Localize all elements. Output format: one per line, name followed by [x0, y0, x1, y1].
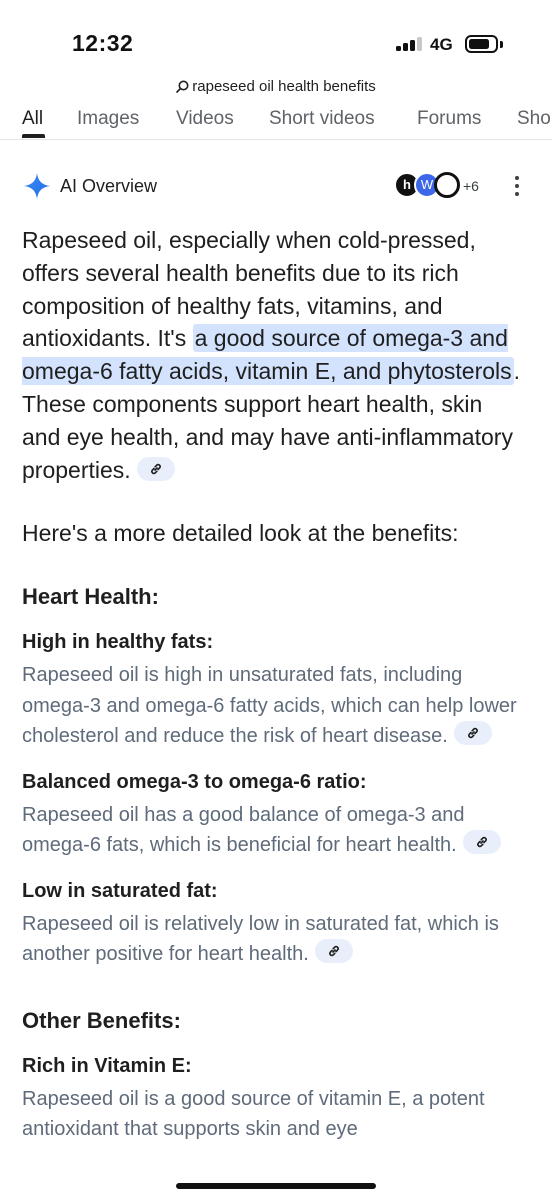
citation-link-button[interactable] — [314, 939, 353, 964]
item-title: Low in saturated fat: — [22, 879, 218, 902]
section-heading-other-benefits: Other Benefits: — [22, 1007, 181, 1033]
active-tab-indicator — [22, 134, 45, 138]
link-icon — [476, 837, 487, 848]
more-sources-count: +6 — [463, 178, 479, 194]
item-description: Rapeseed oil is relatively low in satura… — [22, 909, 522, 970]
source-favicons[interactable]: h W +6 — [394, 172, 484, 200]
item-description-text: Rapeseed oil is high in unsaturated fats… — [22, 664, 517, 748]
tab-all[interactable]: All — [22, 108, 43, 130]
ai-overview-content: Rapeseed oil, especially when cold-press… — [22, 224, 522, 1145]
sparkle-icon — [24, 173, 50, 199]
item-title: High in healthy fats: — [22, 631, 214, 654]
source-favicon-ring — [434, 172, 460, 198]
battery-cap — [500, 41, 503, 48]
item-title: Balanced omega-3 to omega-6 ratio: — [22, 770, 367, 793]
tab-images[interactable]: Images — [77, 108, 139, 130]
link-icon — [328, 946, 339, 957]
network-type: 4G — [430, 35, 453, 54]
link-icon — [467, 728, 478, 739]
item-description: Rapeseed oil is a good source of vitamin… — [22, 1087, 485, 1141]
item-description: Rapeseed oil is high in unsaturated fats… — [22, 660, 522, 752]
link-icon — [150, 463, 161, 474]
citation-link-button[interactable] — [453, 721, 492, 746]
item-description-text: Rapeseed oil is relatively low in satura… — [22, 912, 499, 966]
address-bar[interactable]: rapeseed oil health benefits — [0, 78, 552, 100]
bottom-fade — [0, 1160, 552, 1200]
citation-link-button[interactable] — [136, 456, 175, 481]
overview-summary: Rapeseed oil, especially when cold-press… — [22, 224, 522, 486]
details-lead-in: Here's a more detailed look at the benef… — [22, 520, 459, 547]
tab-forums[interactable]: Forums — [417, 108, 481, 130]
tab-short-videos[interactable]: Short videos — [269, 108, 375, 130]
status-bar: 12:32 4G — [0, 0, 552, 80]
section-heading-heart-health: Heart Health: — [22, 584, 159, 610]
search-icon — [176, 80, 189, 93]
more-options-icon[interactable] — [513, 176, 521, 198]
item-description-text: Rapeseed oil has a good balance of omega… — [22, 803, 465, 857]
tab-videos[interactable]: Videos — [176, 108, 234, 130]
search-tabs: All Images Videos Short videos Forums Sh… — [0, 104, 552, 140]
ai-overview-title: AI Overview — [60, 176, 158, 196]
battery-icon — [465, 35, 498, 53]
item-title: Rich in Vitamin E: — [22, 1054, 192, 1077]
home-indicator[interactable] — [176, 1183, 376, 1189]
cellular-signal-icon — [396, 37, 424, 51]
ai-overview-header: AI Overview h W +6 — [0, 168, 552, 204]
citation-link-button[interactable] — [462, 830, 501, 855]
tab-shopping[interactable]: Sho — [517, 108, 551, 130]
item-description: Rapeseed oil has a good balance of omega… — [22, 800, 522, 861]
status-time: 12:32 — [72, 30, 134, 56]
search-query: rapeseed oil health benefits — [192, 78, 376, 95]
